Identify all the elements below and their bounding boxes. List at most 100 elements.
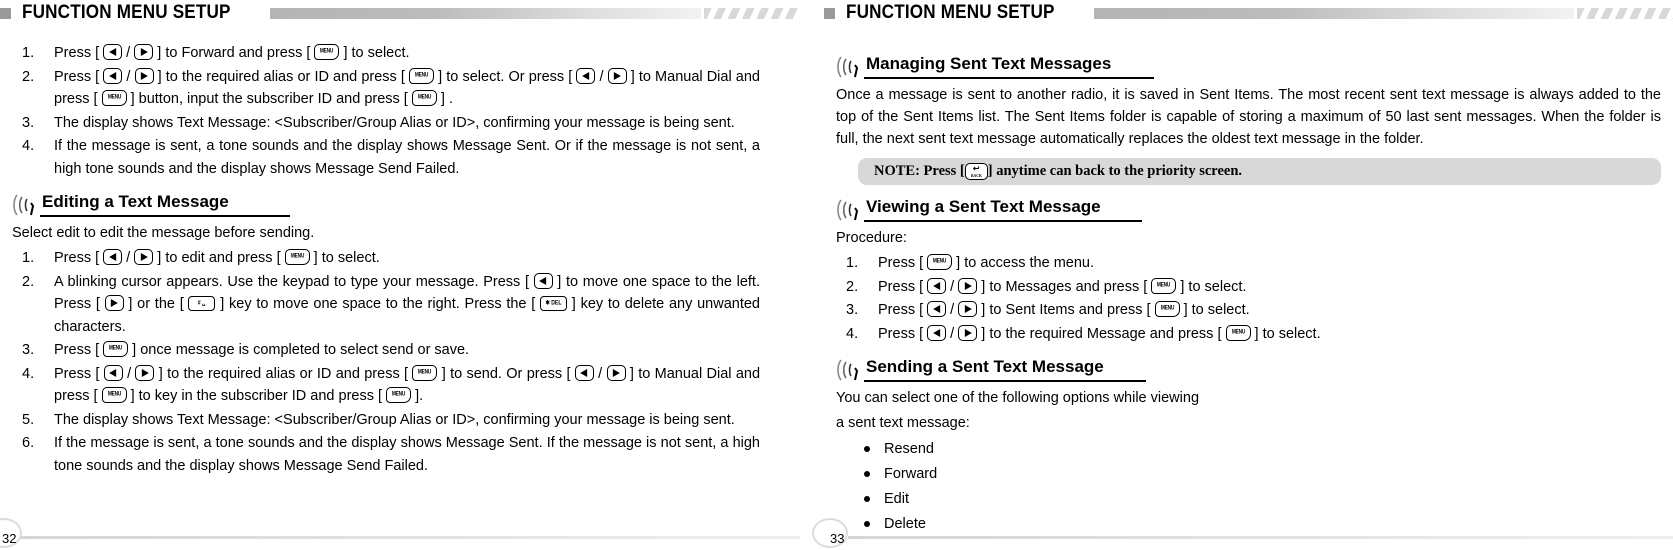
step-text: ] to select. (1250, 325, 1321, 342)
menu-key-icon: MENU (314, 44, 340, 60)
option-label: Resend (884, 441, 934, 457)
arrow-triangle (932, 281, 940, 290)
step-item: 6. If the message is sent, a tone sounds … (12, 432, 760, 477)
left-arrow-key-icon (103, 44, 123, 60)
step-number: 4. (22, 365, 35, 382)
step-item: 5. The display shows Text Message: <Subsc… (12, 409, 760, 432)
step-text: ] to key in the subscriber ID and press … (126, 388, 387, 404)
left-arrow-key-icon (103, 249, 123, 265)
bullet-dot (864, 446, 870, 452)
section-heading-viewing: Viewing a Sent Text Message (836, 197, 1661, 223)
arrow-triangle (964, 305, 972, 313)
step-text: ] to select. Or press [ (434, 68, 577, 85)
menu-key-icon: MENU (1154, 301, 1180, 317)
step-number: 2. (846, 278, 859, 295)
step-number: 4. (846, 325, 859, 342)
left-arrow-key-icon (927, 277, 947, 294)
option-label: Edit (884, 491, 909, 507)
sending-body-line-2: a sent text message: (836, 415, 970, 431)
procedure-label: Procedure: (836, 230, 907, 246)
menu-key-label: MENU (933, 258, 947, 265)
step-text: If the message is sent, a tone sounds an… (54, 435, 760, 474)
step-text: ]. (411, 388, 424, 404)
step-text: ] . (436, 91, 453, 107)
section-underline (864, 380, 1146, 382)
step-text: / (595, 68, 608, 85)
step-text: ] to the required alias or ID and press … (154, 365, 413, 382)
menu-key-label: MENU (1157, 282, 1171, 288)
menu-key-label: MENU (290, 253, 304, 260)
step-number: 2. (22, 68, 35, 85)
menu-key-icon: MENU (284, 249, 310, 265)
step-text: ] to send. Or press [ (437, 365, 575, 382)
arrow-triangle (964, 328, 972, 337)
menu-key-icon: MENU (412, 364, 438, 381)
section-title-viewing: Viewing a Sent Text Message (866, 197, 1101, 216)
step-text: Press [ (878, 302, 928, 318)
left-arrow-key-icon (533, 272, 553, 289)
step-item: 4. Press [ / ] to the required alias or I… (12, 363, 760, 408)
step-text: ] to select. (1179, 302, 1250, 318)
header-square-marker (824, 7, 835, 19)
menu-key-label: MENU (109, 345, 123, 352)
right-page: FUNCTION MENU SETUP Managing Sent Text M… (812, 0, 1673, 550)
step-text: ] button, input the subscriber ID and pr… (126, 91, 412, 107)
step-text: ] key to move one space to the right. Pr… (215, 296, 541, 312)
section-title-sending: Sending a Sent Text Message (866, 357, 1104, 376)
right-arrow-key-icon (134, 67, 154, 84)
step-item: 1. Press [ / ] to Forward and press [ MEN… (12, 42, 760, 65)
bullet-dot (864, 471, 870, 477)
step-text: ] to Sent Items and press [ (977, 302, 1155, 318)
arrow-triangle (140, 71, 148, 80)
step-text: ] to the required Message and press [ (977, 325, 1226, 342)
signal-wave-icon (12, 193, 46, 217)
right-arrow-key-icon (958, 277, 978, 294)
header-gradient-bar (269, 7, 701, 19)
step-item: 3. The display shows Text Message: <Subsc… (12, 112, 760, 135)
manual-page-spread: FUNCTION MENU SETUP 1. Press [ / ] to For… (0, 0, 1673, 550)
menu-key-icon: MENU (927, 254, 953, 270)
menu-key-label: MENU (107, 94, 121, 101)
step-item: 3. Press [ / ] to Sent Items and press [ … (836, 299, 1661, 322)
step-text: ] to Messages and press [ (977, 278, 1152, 295)
right-arrow-key-icon (607, 67, 627, 84)
step-text: Press [ (878, 278, 928, 295)
right-arrow-key-icon (135, 364, 155, 381)
header-square-marker (0, 7, 11, 19)
header-hatch-stripes (704, 7, 800, 19)
arrow-triangle (108, 48, 116, 56)
step-text: ] or the [ (123, 296, 189, 312)
step-number: 1. (22, 250, 35, 266)
hash-space-key-icon: # ␣ (188, 296, 216, 311)
step-number: 3. (22, 114, 35, 131)
footer-rule (18, 536, 800, 539)
option-label: Forward (884, 466, 938, 482)
step-text: Press [ (54, 342, 104, 358)
step-text: ] to access the menu. (952, 255, 1095, 271)
section-underline (864, 77, 1154, 79)
step-text: Press [ (54, 45, 104, 61)
arrow-triangle (613, 71, 621, 80)
right-arrow-key-icon (958, 324, 978, 341)
menu-key-icon: MENU (409, 67, 435, 84)
arrow-triangle (110, 299, 118, 307)
note-suffix: ] anytime can back to the priority scree… (987, 163, 1243, 179)
numbered-step-list-editing: 1. Press [ / ] to edit and press [ MENU ]… (12, 247, 760, 477)
step-text: / (122, 365, 136, 382)
bullet-dot (864, 496, 870, 502)
numbered-step-list-forward: 1. Press [ / ] to Forward and press [ MEN… (12, 42, 760, 180)
arrow-triangle (109, 368, 117, 377)
step-text: Press [ (54, 250, 104, 266)
step-text: ] to select. (339, 45, 410, 61)
page-header-right: FUNCTION MENU SETUP (824, 0, 1673, 26)
right-arrow-key-icon (958, 301, 978, 317)
menu-key-icon: MENU (103, 341, 129, 357)
step-number: 2. (22, 273, 35, 290)
back-key-glyph: ↩ (972, 164, 980, 173)
step-item: 1. Press [ / ] to edit and press [ MENU ]… (12, 247, 760, 270)
left-arrow-key-icon (103, 67, 123, 84)
back-key-label: BACK (970, 173, 982, 178)
arrow-triangle (612, 368, 620, 377)
step-number: 6. (22, 435, 35, 451)
page-title: FUNCTION MENU SETUP (846, 2, 1055, 23)
